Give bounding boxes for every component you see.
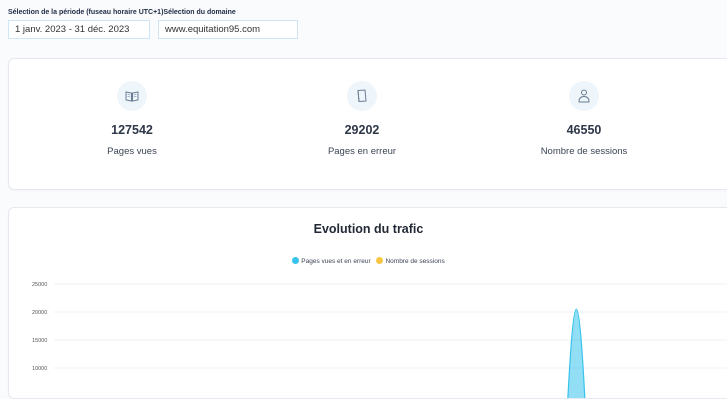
kpi-pages-vues: 127542 Pages vues [32, 81, 232, 157]
filter-labels: Sélection de la période (fuseau horaire … [8, 9, 727, 16]
traffic-chart-card: 25000 20000 15000 10000 Evolution du trafic… [8, 207, 727, 399]
kpi-label: Pages vues [107, 146, 157, 157]
kpi-pages-erreur: 29202 Pages en erreur [262, 81, 462, 157]
chart-legend: Pages vues et en erreur Nombre de sessio… [9, 257, 727, 265]
user-icon [569, 81, 599, 111]
y-tick-label: 25000 [32, 282, 47, 288]
chart-title: Evolution du trafic [313, 222, 424, 236]
y-tick-label: 15000 [32, 338, 47, 344]
kpi-label: Pages en erreur [327, 146, 397, 157]
period-label: Sélection de la période (fuseau horaire … [8, 9, 164, 16]
legend-label-pages: Pages vues et en erreur [301, 258, 371, 265]
book-open-icon [117, 81, 147, 111]
book-error-icon [347, 81, 377, 111]
kpi-sessions: 46550 Nombre de sessions [484, 81, 684, 157]
legend-dot-sessions [376, 257, 384, 264]
kpi-value: 29202 [344, 123, 380, 137]
series-pages-area[interactable] [567, 308, 586, 398]
y-tick-label: 20000 [32, 310, 47, 316]
period-picker[interactable]: 1 janv. 2023 - 31 déc. 2023 [8, 20, 150, 39]
legend-dot-pages [292, 257, 300, 264]
filters-bar: Sélection de la période (fuseau horaire … [8, 9, 727, 39]
y-tick-label: 10000 [32, 366, 47, 372]
kpi-value: 46550 [566, 123, 602, 137]
domain-select[interactable]: www.equitation95.com [158, 20, 298, 39]
legend-label-sessions: Nombre de sessions [385, 258, 445, 265]
kpi-value: 127542 [111, 123, 153, 137]
legend-item-sessions[interactable]: Nombre de sessions [376, 257, 445, 265]
traffic-chart: 25000 20000 15000 10000 [32, 282, 727, 398]
kpi-card: 127542 Pages vues 29202 Pages en erreur … [8, 58, 727, 190]
kpi-label: Nombre de sessions [540, 146, 628, 157]
domain-label: Sélection du domaine [163, 9, 236, 16]
legend-item-pages[interactable]: Pages vues et en erreur [292, 257, 372, 265]
